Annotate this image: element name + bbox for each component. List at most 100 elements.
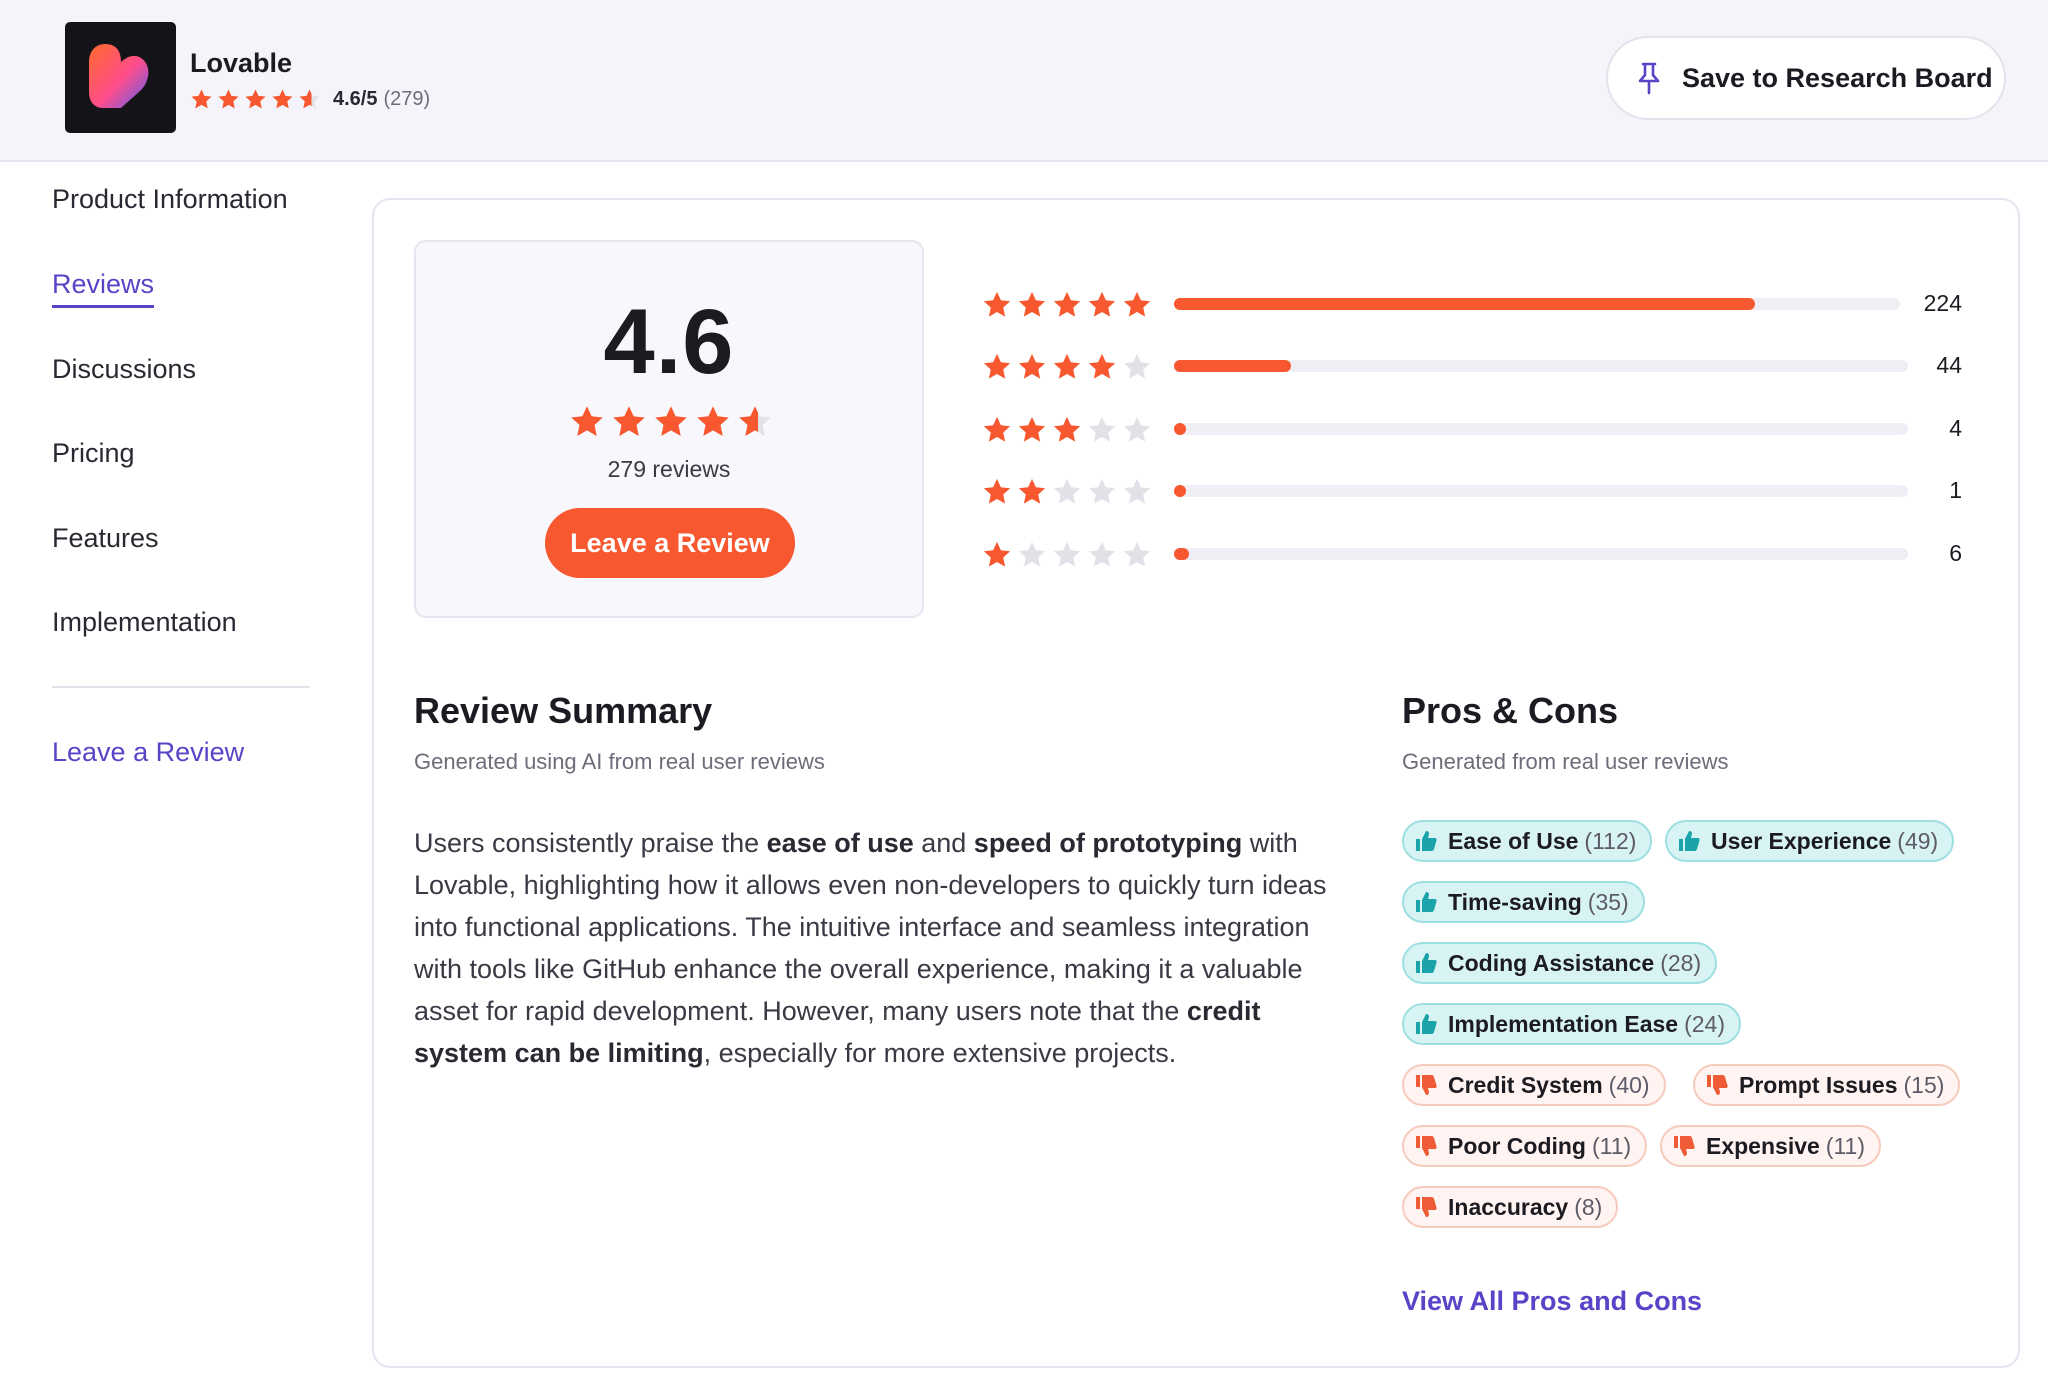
star-icon [613,406,645,436]
rating-bar-fill [1174,423,1186,435]
save-to-research-board-button[interactable]: Save to Research Board [1606,36,2006,120]
star-icon [1053,541,1081,567]
rating-row-3[interactable]: 4 [982,409,1962,449]
nav-item-features[interactable]: Features [52,523,159,554]
star-icon [1018,353,1046,379]
pros-cons-title: Pros & Cons [1402,690,1619,731]
con-chip-expensive[interactable]: Expensive (11) [1660,1125,1881,1167]
star-icon [983,353,1011,379]
nav-item-discussions[interactable]: Discussions [52,354,196,385]
thumbs-up-icon [1679,831,1700,851]
star-icon [245,88,266,108]
con-chip-inaccuracy[interactable]: Inaccuracy (8) [1402,1186,1619,1228]
review-summary-text: Users consistently praise the ease of us… [414,828,1327,1068]
thumbs-down-icon [1674,1136,1695,1156]
rating-row-2[interactable]: 1 [982,471,1962,511]
rating-count-4: 44 [1936,352,1962,378]
nav-leave-review-link[interactable]: Leave a Review [52,737,244,768]
review-summary-title: Review Summary [414,690,713,731]
pro-chip-user-experience[interactable]: User Experience (49) [1665,820,1955,862]
review-summary-subtitle: Generated using AI from real user review… [414,749,825,774]
rating-bar-fill [1174,298,1755,310]
star-icon [1053,416,1081,442]
leave-review-button[interactable]: Leave a Review [545,508,795,578]
row-stars [982,290,1152,320]
rating-bar-track [1174,423,1908,435]
star-icon [1123,478,1151,504]
pro-chip-implementation-ease[interactable]: Implementation Ease (24) [1402,1003,1741,1045]
product-header: Lovable 4.6/5 (279) Save to Research Boa… [0,0,2048,162]
rating-bar-track [1174,360,1908,372]
nav-item-reviews[interactable]: Reviews [52,269,155,308]
star-icon [571,406,603,436]
star-icon [191,88,212,108]
star-icon [1123,291,1151,317]
star-icon [1088,353,1116,379]
header-rating: 4.6/5 (279) [190,84,430,114]
star-icon [1123,416,1151,442]
thumbs-up-icon [1416,953,1437,973]
star-icon [1088,541,1116,567]
star-icon [1018,541,1046,567]
star-icon [1018,478,1046,504]
rating-bar-track [1174,485,1908,497]
con-chip-prompt-issues[interactable]: Prompt Issues (15) [1693,1064,1961,1106]
star-icon [1088,416,1116,442]
con-chip-poor-coding[interactable]: Poor Coding (11) [1402,1125,1648,1167]
star-icon [983,541,1011,567]
star-icon [1088,478,1116,504]
pro-chip-time-saving[interactable]: Time-saving (35) [1402,881,1645,923]
row-stars [982,477,1152,507]
rating-count-3: 4 [1949,415,1962,441]
review-count: 279 reviews [607,456,731,482]
thumbs-down-icon [1416,1136,1437,1156]
rating-row-5[interactable]: 224 [982,284,1962,324]
star-icon [983,478,1011,504]
star-icon [739,406,771,436]
star-icon [1053,353,1081,379]
thumbs-down-icon [1416,1197,1437,1217]
thumbs-down-icon [1707,1075,1728,1095]
rating-bar-fill [1174,548,1189,560]
nav-item-pricing[interactable]: Pricing [52,438,135,469]
star-icon [299,88,320,108]
header-star-rating [190,88,321,111]
star-icon [1053,478,1081,504]
overall-star-rating [569,404,773,440]
pro-chip-coding-assistance[interactable]: Coding Assistance (28) [1402,942,1718,984]
nav-item-implementation[interactable]: Implementation [52,607,237,638]
lovable-heart-logo-icon [89,44,149,108]
star-icon [1123,353,1151,379]
rating-count-1: 6 [1949,540,1962,566]
rating-count-2: 1 [1949,477,1962,503]
star-icon [697,406,729,436]
rating-count: (279) [383,87,431,110]
rating-row-4[interactable]: 44 [982,346,1962,386]
save-button-label: Save to Research Board [1682,62,1993,93]
rating-bar-track [1174,298,1900,310]
thumbs-up-icon [1416,831,1437,851]
rating-bar-fill [1174,485,1186,497]
pro-chip-ease-of-use[interactable]: Ease of Use (112) [1402,820,1653,862]
rating-score: 4.6/5 [333,87,378,110]
row-stars [982,540,1152,570]
star-icon [1053,291,1081,317]
row-stars [982,352,1152,382]
star-icon [655,406,687,436]
thumbs-up-icon [1416,1014,1437,1034]
pin-icon [1638,62,1660,95]
nav-divider [52,686,310,688]
rating-row-1[interactable]: 6 [982,534,1962,574]
overall-score: 4.6 [603,291,735,393]
rating-bar-track [1174,548,1908,560]
row-stars [982,415,1152,445]
product-logo[interactable] [65,22,176,133]
pros-cons-subtitle: Generated from real user reviews [1402,749,1729,774]
con-chip-credit-system[interactable]: Credit System (40) [1402,1064,1666,1106]
rating-bar-fill [1174,360,1291,372]
star-icon [983,291,1011,317]
star-icon [1018,291,1046,317]
nav-item-product-information[interactable]: Product Information [52,184,288,215]
view-all-pros-cons-link[interactable]: View All Pros and Cons [1402,1286,1702,1317]
star-icon [983,416,1011,442]
